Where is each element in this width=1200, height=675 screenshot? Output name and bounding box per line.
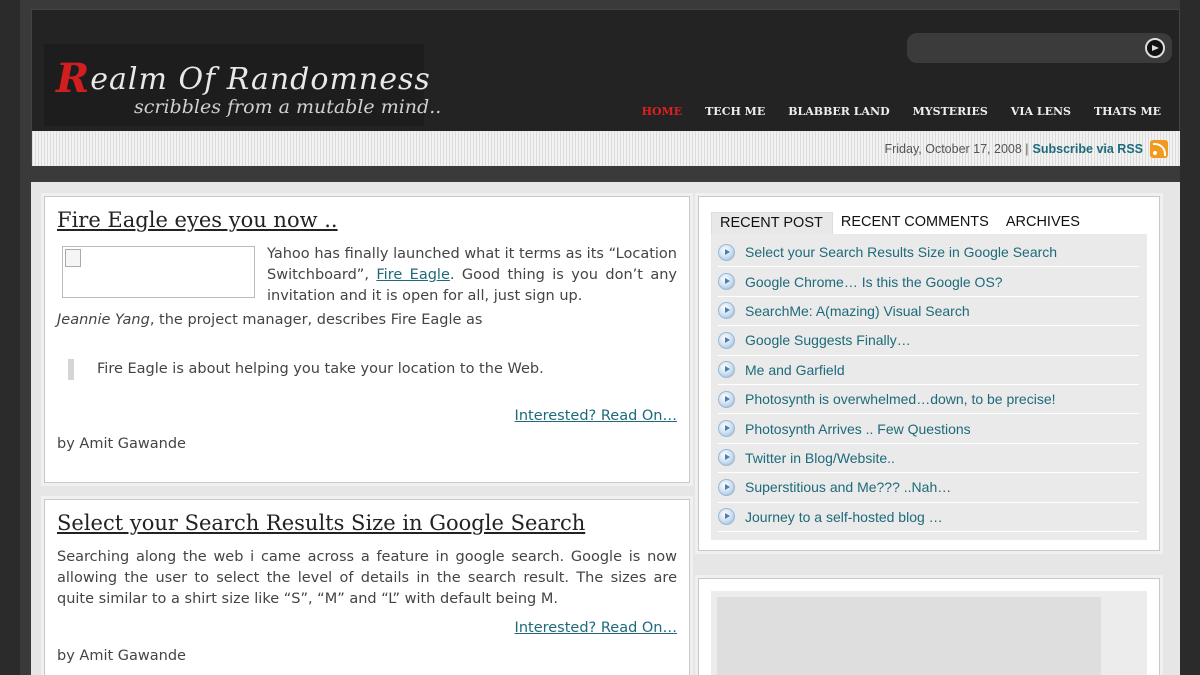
arrow-bullet-icon (718, 478, 735, 496)
arrow-bullet-icon (718, 302, 735, 320)
post-card: Select your Search Results Size in Googl… (44, 499, 690, 675)
logo-initial: R (56, 55, 91, 102)
logo-title-rest: ealm Of Randomness (90, 62, 431, 97)
tab-recent-post[interactable]: RECENT POST (711, 212, 833, 234)
search-box (907, 33, 1172, 63)
post-title[interactable]: Fire Eagle eyes you now .. (57, 208, 677, 232)
arrow-bullet-icon (718, 449, 735, 467)
current-date: Friday, October 17, 2008 | (884, 142, 1029, 156)
main-nav: HOME TECH ME BLABBER LAND MYSTERIES VIA … (642, 105, 1161, 118)
recent-post-link[interactable]: Journey to a self-hosted blog … (745, 509, 943, 525)
tab-archives[interactable]: ARCHIVES (998, 212, 1089, 234)
arrow-bullet-icon (718, 243, 735, 261)
sidebar-tabs: RECENT POST RECENT COMMENTS ARCHIVES (711, 212, 1089, 234)
read-more-link[interactable]: Interested? Read On… (57, 408, 677, 424)
sidebar-widget: RECENT POST RECENT COMMENTS ARCHIVES Sel… (698, 196, 1160, 551)
list-item: SearchMe: A(mazing) Visual Search (718, 297, 1139, 327)
post-excerpt: Searching along the web i came across a … (57, 549, 677, 607)
arrow-bullet-icon (718, 420, 735, 438)
recent-post-link[interactable]: Google Chrome… Is this the Google OS? (745, 274, 1003, 290)
site-header: Realm Of Randomness scribbles from a mut… (31, 9, 1180, 131)
read-more-link[interactable]: Interested? Read On… (57, 620, 677, 636)
widget-placeholder (717, 597, 1101, 675)
sidebar-widget-secondary (698, 578, 1160, 675)
content-area: Fire Eagle eyes you now .. Yahoo has fin… (31, 182, 1180, 675)
post-title[interactable]: Select your Search Results Size in Googl… (57, 511, 677, 535)
recent-post-link[interactable]: Google Suggests Finally… (745, 332, 911, 348)
nav-mysteries[interactable]: MYSTERIES (913, 105, 988, 118)
site-logo[interactable]: Realm Of Randomness scribbles from a mut… (44, 44, 441, 126)
recent-post-link[interactable]: Select your Search Results Size in Googl… (745, 244, 1057, 260)
list-item: Me and Garfield (718, 356, 1139, 385)
post-paragraph: Jeannie Yang, the project manager, descr… (57, 310, 677, 331)
list-item: Photosynth is overwhelmed…down, to be pr… (718, 385, 1139, 415)
arrow-bullet-icon (718, 361, 735, 379)
arrow-bullet-icon (718, 331, 735, 349)
logo-title: Realm Of Randomness (56, 52, 431, 102)
recent-post-link[interactable]: Photosynth is overwhelmed…down, to be pr… (745, 391, 1056, 407)
list-item: Google Suggests Finally… (718, 326, 1139, 356)
recent-post-link[interactable]: Me and Garfield (745, 362, 845, 378)
logo-tagline: scribbles from a mutable mind.. (134, 96, 442, 118)
nav-tech-me[interactable]: TECH ME (705, 105, 765, 118)
post-card: Fire Eagle eyes you now .. Yahoo has fin… (44, 196, 690, 483)
date-bar: Friday, October 17, 2008 | Subscribe via… (31, 131, 1180, 166)
nav-home[interactable]: HOME (642, 105, 683, 118)
blockquote: Fire Eagle is about helping you take you… (68, 359, 677, 380)
search-submit-icon[interactable] (1145, 38, 1165, 58)
date-and-rss: Friday, October 17, 2008 | Subscribe via… (884, 140, 1168, 158)
post-text: , the project manager, describes Fire Ea… (149, 312, 483, 328)
arrow-bullet-icon (718, 508, 735, 526)
tab-recent-comments[interactable]: RECENT COMMENTS (833, 212, 998, 234)
broken-image-icon (62, 246, 255, 298)
rss-icon[interactable] (1150, 140, 1168, 158)
arrow-bullet-icon (718, 273, 735, 291)
post-byline: by Amit Gawande (57, 436, 186, 452)
arrow-bullet-icon (718, 390, 735, 408)
fire-eagle-link[interactable]: Fire Eagle (376, 267, 450, 283)
list-item: Superstitious and Me??? ..Nah… (718, 473, 1139, 503)
list-item: Google Chrome… Is this the Google OS? (718, 267, 1139, 297)
list-item: Twitter in Blog/Website.. (718, 444, 1139, 474)
subscribe-rss-link[interactable]: Subscribe via RSS (1033, 142, 1143, 156)
nav-via-lens[interactable]: VIA LENS (1011, 105, 1071, 118)
post-byline: by Amit Gawande (57, 648, 186, 664)
search-input[interactable] (915, 37, 1140, 59)
recent-posts-list: Select your Search Results Size in Googl… (711, 234, 1147, 540)
nav-blabber-land[interactable]: BLABBER LAND (788, 105, 889, 118)
list-item: Select your Search Results Size in Googl… (718, 238, 1139, 268)
nav-thats-me[interactable]: THATS ME (1094, 105, 1161, 118)
list-item: Journey to a self-hosted blog … (718, 503, 1139, 532)
list-item: Photosynth Arrives .. Few Questions (718, 414, 1139, 444)
recent-post-link[interactable]: Superstitious and Me??? ..Nah… (745, 479, 951, 495)
recent-post-link[interactable]: SearchMe: A(mazing) Visual Search (745, 303, 970, 319)
widget-body (711, 591, 1147, 675)
person-name: Jeannie Yang (57, 312, 150, 328)
recent-post-link[interactable]: Twitter in Blog/Website.. (745, 450, 895, 466)
recent-post-link[interactable]: Photosynth Arrives .. Few Questions (745, 421, 971, 437)
